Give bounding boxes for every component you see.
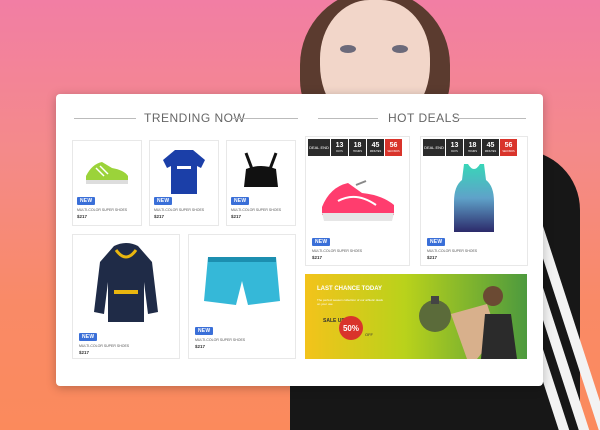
new-badge: NEW [312,238,331,246]
countdown-minutes-label: MINUTES [369,150,382,153]
product-price: $217 [154,214,165,219]
product-price: $217 [231,214,242,219]
product-image[interactable] [150,141,218,201]
product-card[interactable]: NEW MULTI-COLOR SUPER SHOES $217 [226,140,296,226]
countdown-hours-label: HOURS [352,150,363,153]
product-price: $217 [195,344,206,349]
countdown-days: 13 [335,142,344,149]
new-badge: NEW [195,327,214,335]
deal-countdown: DEAL END 13 DAYS 18 HOURS 45 MINUTES 56 SECO… [423,139,517,156]
countdown-seconds-label: SECONDS [502,150,515,153]
new-badge: NEW [79,333,98,341]
countdown-days-label: DAYS [451,150,458,153]
countdown-minutes: 45 [371,142,380,149]
divider [454,118,526,119]
new-badge: NEW [154,197,173,205]
countdown-seconds-label: SECONDS [387,150,400,153]
deals-title: HOT DEALS [388,111,461,125]
product-image[interactable] [73,141,141,201]
product-name[interactable]: MULTI-COLOR SUPER SHOES [77,208,127,212]
promo-off: OFF [365,332,373,337]
deal-countdown: DEAL END 13 DAYS 18 HOURS 45 MINUTES 56 SECO… [308,139,402,156]
product-price: $217 [427,255,438,260]
countdown-hours-label: HOURS [467,150,478,153]
countdown-hours: 18 [468,142,477,149]
product-card[interactable]: NEW MULTI-COLOR SUPER SHOES $217 [72,234,180,359]
new-badge: NEW [77,197,96,205]
product-image[interactable] [189,235,295,327]
product-image[interactable] [227,141,295,201]
product-card[interactable]: NEW MULTI-COLOR SUPER SHOES $217 [149,140,219,226]
divider [232,118,298,119]
countdown-minutes: 45 [486,142,495,149]
product-price: $217 [77,214,88,219]
countdown-days-label: DAYS [336,150,343,153]
deal-card[interactable]: DEAL END 13 DAYS 18 HOURS 45 MINUTES 56 SECO… [305,136,410,266]
promo-percent: 50% [339,316,363,340]
product-name[interactable]: MULTI-COLOR SUPER SHOES [79,344,129,348]
promo-banner[interactable]: LAST CHANCE TODAY The perfect season col… [305,274,527,359]
deal-image[interactable] [421,159,527,237]
countdown-hours: 18 [353,142,362,149]
product-name[interactable]: MULTI-COLOR SUPER SHOES [427,249,477,253]
deal-end-label: DEAL END [423,139,445,156]
divider [74,118,136,119]
product-name[interactable]: MULTI-COLOR SUPER SHOES [195,338,245,342]
product-panel: TRENDING NOW HOT DEALS NEW MULTI-COLOR S… [56,94,543,386]
deal-card[interactable]: DEAL END 13 DAYS 18 HOURS 45 MINUTES 56 SECO… [420,136,528,266]
product-name[interactable]: MULTI-COLOR SUPER SHOES [154,208,204,212]
deal-end-label: DEAL END [308,139,330,156]
deal-image[interactable] [306,159,409,237]
new-badge: NEW [427,238,446,246]
athlete-image [419,286,517,359]
countdown-minutes-label: MINUTES [484,150,497,153]
promo-text: The perfect season collection of our ath… [317,298,383,306]
countdown-days: 13 [450,142,459,149]
product-card[interactable]: NEW MULTI-COLOR SUPER SHOES $217 [72,140,142,226]
trending-title: TRENDING NOW [144,111,246,125]
countdown-seconds: 56 [389,142,398,149]
countdown-seconds: 56 [504,142,513,149]
promo-title: LAST CHANCE TODAY [317,286,383,292]
product-name[interactable]: MULTI-COLOR SUPER SHOES [312,249,362,253]
product-image[interactable] [73,235,179,331]
product-price: $217 [79,350,90,355]
product-name[interactable]: MULTI-COLOR SUPER SHOES [231,208,281,212]
product-price: $217 [312,255,323,260]
product-card[interactable]: NEW MULTI-COLOR SUPER SHOES $217 [188,234,296,359]
divider [318,118,378,119]
new-badge: NEW [231,197,250,205]
